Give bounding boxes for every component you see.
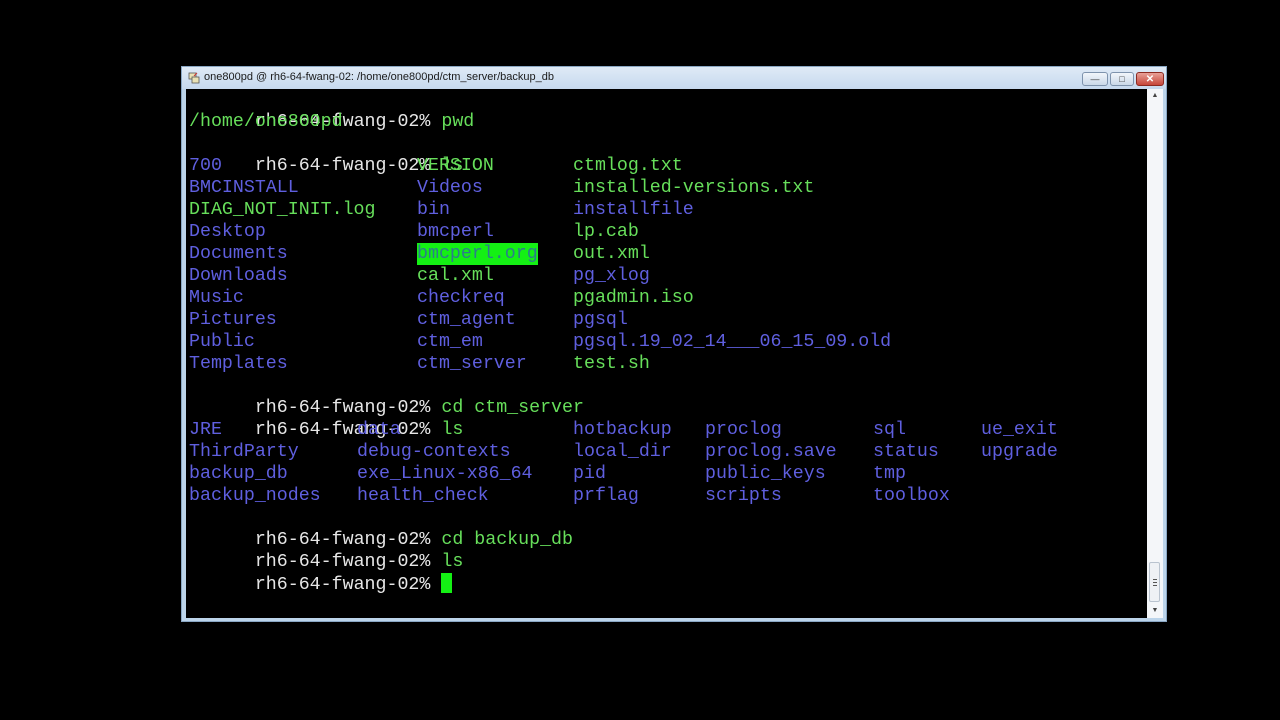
- command-line: rh6-64-fwang-02% pwd: [189, 89, 474, 132]
- scroll-up-arrow-icon[interactable]: ▲: [1147, 89, 1163, 103]
- putty-icon: [188, 72, 200, 84]
- file-entry: ThirdParty: [189, 442, 299, 462]
- file-entry: health_check: [357, 486, 489, 506]
- file-entry: Templates: [189, 354, 288, 374]
- scrollbar-thumb[interactable]: [1149, 562, 1160, 602]
- file-entry: Videos: [417, 178, 483, 198]
- file-entry: pid: [573, 464, 606, 484]
- prompt: rh6-64-fwang-02%: [254, 156, 431, 176]
- command-line: rh6-64-fwang-02% ls: [189, 397, 463, 440]
- file-entry: ctm_agent: [417, 310, 516, 330]
- file-entry: tmp: [873, 464, 906, 484]
- prompt: rh6-64-fwang-02%: [254, 575, 431, 595]
- file-entry: ctm_server: [417, 354, 527, 374]
- file-entry: proclog.save: [705, 442, 837, 462]
- close-button[interactable]: ✕: [1136, 72, 1164, 86]
- file-entry: pgadmin.iso: [573, 288, 694, 308]
- file-entry: backup_db: [189, 464, 288, 484]
- window-title: one800pd @ rh6-64-fwang-02: /home/one800…: [204, 71, 554, 83]
- file-entry: data: [357, 420, 401, 440]
- command-line: rh6-64-fwang-02% cd ctm_server: [189, 375, 584, 418]
- command-line: rh6-64-fwang-02% ls: [189, 133, 463, 176]
- file-entry: bmcperl.org: [417, 243, 538, 265]
- text-cursor: [441, 573, 453, 593]
- file-entry: Documents: [189, 244, 288, 264]
- title-bar[interactable]: one800pd @ rh6-64-fwang-02: /home/one800…: [182, 67, 1166, 89]
- vertical-scrollbar[interactable]: ▲ ▼: [1147, 89, 1163, 618]
- file-entry: debug-contexts: [357, 442, 511, 462]
- file-entry: Music: [189, 288, 244, 308]
- file-entry: checkreq: [417, 288, 505, 308]
- command: ls: [441, 420, 464, 440]
- file-entry: public_keys: [705, 464, 826, 484]
- file-entry: Downloads: [189, 266, 288, 286]
- file-entry: VERSION: [417, 156, 494, 176]
- file-entry: test.sh: [573, 354, 650, 374]
- file-entry: BMCINSTALL: [189, 178, 299, 198]
- file-entry: exe_Linux-x86_64: [357, 464, 533, 484]
- file-entry: ctm_em: [417, 332, 483, 352]
- file-entry: out.xml: [573, 244, 650, 264]
- maximize-icon: □: [1119, 74, 1125, 84]
- close-icon: ✕: [1145, 73, 1155, 85]
- file-entry: bmcperl: [417, 222, 494, 242]
- terminal-output[interactable]: rh6-64-fwang-02% pwd /home/one800pd rh6-…: [186, 89, 1147, 618]
- file-entry: pgsql: [573, 310, 628, 330]
- minimize-icon: —: [1090, 74, 1100, 84]
- command-line: rh6-64-fwang-02% ls: [189, 529, 463, 572]
- active-command-line[interactable]: rh6-64-fwang-02%: [189, 551, 453, 595]
- maximize-button[interactable]: □: [1110, 72, 1134, 86]
- file-entry: upgrade: [981, 442, 1058, 462]
- file-entry: bin: [417, 200, 450, 220]
- command: pwd: [441, 112, 475, 132]
- file-entry: Desktop: [189, 222, 266, 242]
- file-entry: toolbox: [873, 486, 950, 506]
- command-line: rh6-64-fwang-02% cd backup_db: [189, 507, 573, 550]
- file-entry: cal.xml: [417, 266, 494, 286]
- file-entry: prflag: [573, 486, 639, 506]
- file-entry: Pictures: [189, 310, 277, 330]
- file-entry: pg_xlog: [573, 266, 650, 286]
- file-entry: scripts: [705, 486, 782, 506]
- file-entry: DIAG_NOT_INIT.log: [189, 200, 376, 220]
- file-entry: proclog: [705, 420, 782, 440]
- file-entry: ue_exit: [981, 420, 1058, 440]
- terminal-window: one800pd @ rh6-64-fwang-02: /home/one800…: [181, 66, 1167, 622]
- output-line: /home/one800pd: [189, 112, 343, 132]
- prompt: rh6-64-fwang-02%: [254, 420, 431, 440]
- scroll-down-arrow-icon[interactable]: ▼: [1147, 604, 1163, 618]
- file-entry: sql: [873, 420, 906, 440]
- file-entry: 700: [189, 156, 222, 176]
- file-entry: local_dir: [573, 442, 672, 462]
- file-entry: backup_nodes: [189, 486, 321, 506]
- file-entry: installfile: [573, 200, 694, 220]
- minimize-button[interactable]: —: [1082, 72, 1108, 86]
- file-entry: installed-versions.txt: [573, 178, 815, 198]
- file-entry: JRE: [189, 420, 222, 440]
- file-entry: ctmlog.txt: [573, 156, 683, 176]
- file-entry: hotbackup: [573, 420, 672, 440]
- file-entry: pgsql.19_02_14___06_15_09.old: [573, 332, 892, 352]
- file-entry: Public: [189, 332, 255, 352]
- file-entry: status: [873, 442, 939, 462]
- file-entry: lp.cab: [573, 222, 639, 242]
